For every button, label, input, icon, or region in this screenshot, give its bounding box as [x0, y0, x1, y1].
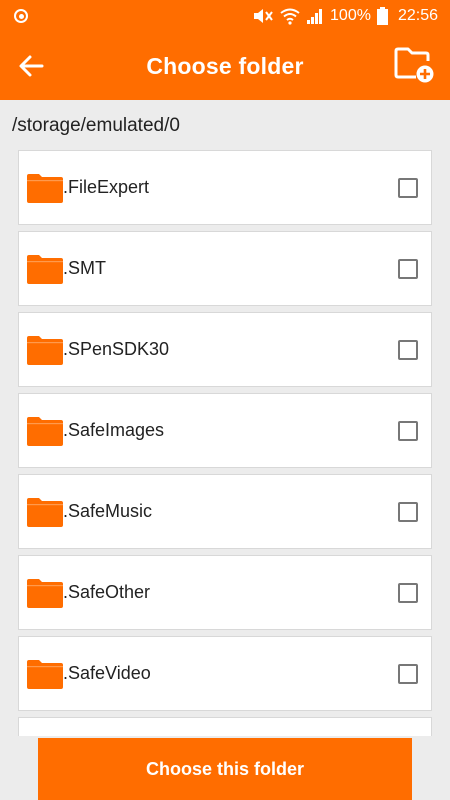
folder-icon	[27, 335, 63, 365]
folder-icon	[27, 416, 63, 446]
folder-item[interactable]: .SafeOther	[18, 555, 432, 630]
wifi-icon	[280, 8, 300, 25]
folder-name: .SafeOther	[63, 582, 151, 602]
page-title: Choose folder	[146, 52, 304, 79]
battery-percent: 100%	[330, 7, 371, 24]
folder-icon	[27, 659, 63, 689]
folder-item[interactable]	[18, 717, 432, 736]
folder-checkbox[interactable]	[398, 259, 418, 279]
folder-item[interactable]: .SPenSDK30	[18, 312, 432, 387]
current-path: /storage/emulated/0	[12, 115, 180, 136]
signal-icon	[307, 9, 323, 24]
folder-checkbox[interactable]	[398, 664, 418, 684]
app-bar: Choose folder	[0, 32, 450, 100]
folder-name: .SafeVideo	[63, 663, 151, 683]
folder-item[interactable]: .SafeMusic	[18, 474, 432, 549]
folder-icon	[27, 254, 63, 284]
folder-icon	[27, 578, 63, 608]
folder-icon	[27, 173, 63, 203]
status-bar: 100% 22:56	[0, 0, 450, 32]
back-arrow-icon[interactable]	[18, 53, 44, 79]
folder-name: .SPenSDK30	[63, 339, 170, 359]
folder-name: .SMT	[63, 258, 106, 278]
folder-name: .SafeMusic	[63, 501, 153, 521]
create-new-folder-icon[interactable]	[394, 45, 434, 83]
folder-checkbox[interactable]	[398, 178, 418, 198]
folder-name: .FileExpert	[63, 177, 150, 197]
folder-list[interactable]: .FileExpert .SMT .SPenSDK30 .SafeImages …	[18, 150, 432, 736]
choose-this-folder-button[interactable]: Choose this folder	[38, 738, 412, 800]
folder-checkbox[interactable]	[398, 340, 418, 360]
folder-checkbox[interactable]	[398, 502, 418, 522]
folder-icon	[27, 497, 63, 527]
status-right: 100% 22:56	[252, 7, 438, 25]
folder-name: .SafeImages	[63, 420, 165, 440]
mute-icon	[254, 9, 273, 23]
folder-checkbox[interactable]	[398, 421, 418, 441]
folder-checkbox[interactable]	[398, 583, 418, 603]
folder-item[interactable]: .FileExpert	[18, 150, 432, 225]
folder-item[interactable]: .SMT	[18, 231, 432, 306]
folder-item[interactable]: .SafeVideo	[18, 636, 432, 711]
clock: 22:56	[397, 7, 438, 24]
notification-dot-icon	[14, 9, 28, 23]
battery-icon	[376, 7, 388, 25]
folder-item[interactable]: .SafeImages	[18, 393, 432, 468]
